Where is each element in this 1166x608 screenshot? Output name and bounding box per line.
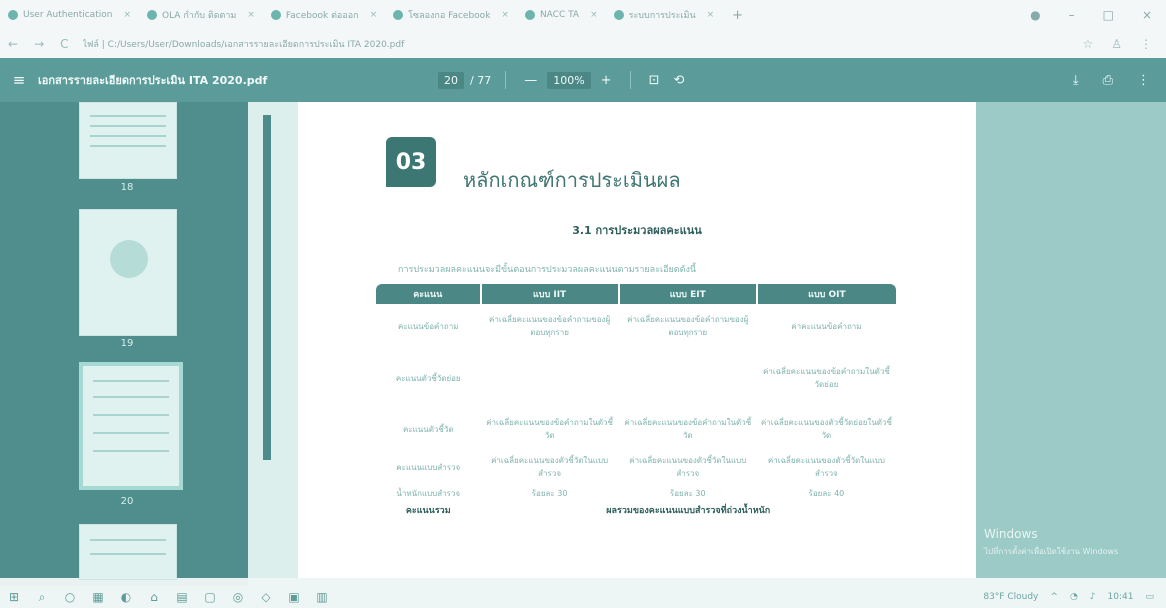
toolbar-divider xyxy=(505,71,507,89)
close-tab-icon[interactable]: × xyxy=(590,10,598,20)
system-tray: 83°F Cloudy ^ ◔ ♪ 10:41 ▭ xyxy=(983,592,1166,602)
pdf-filename: เอกสารรายละเอียดการประเมิน ITA 2020.pdf xyxy=(38,74,268,87)
zoom-out-button[interactable]: — xyxy=(520,73,541,88)
notification-icon[interactable]: ▭ xyxy=(1145,592,1154,602)
page-total: / 77 xyxy=(470,73,492,87)
viewer-gutter xyxy=(248,102,298,578)
section-title: หลักเกณฑ์การประเมินผล xyxy=(463,168,681,192)
table-row: คะแนนแบบสำรวจ ค่าเฉลี่ยคะแนนของตัวชี้วัดใ… xyxy=(396,456,885,478)
favicon-icon xyxy=(270,10,281,20)
profile-avatar-icon[interactable]: ♙ xyxy=(1111,37,1122,51)
page-navigator: 20 / 77 — 100% + ⊡ ⟲ xyxy=(438,71,688,89)
close-tab-icon[interactable]: × xyxy=(370,10,378,20)
browser-tab-active[interactable]: ระบบการประเมิน × xyxy=(606,4,723,26)
address-bar: ← → C ไฟล์ | C:/Users/User/Downloads/เอก… xyxy=(0,30,1166,58)
minimize-icon[interactable]: – xyxy=(1069,8,1075,22)
search-icon[interactable]: ⌕ xyxy=(28,590,56,605)
bookmark-star-icon[interactable]: ☆ xyxy=(1082,37,1093,51)
reload-icon[interactable]: C xyxy=(52,37,76,51)
browser-tab[interactable]: โซลองกอ Facebook × xyxy=(385,4,517,26)
close-tab-icon[interactable]: × xyxy=(707,10,715,20)
thumbnail-page-label: 19 xyxy=(120,338,134,349)
clock-text[interactable]: 10:41 xyxy=(1108,592,1134,602)
close-tab-icon[interactable]: × xyxy=(123,10,131,20)
windows-taskbar: ⊞ ⌕ ○ ▦ ◐ ⌂ ▤ ▢ ◎ ◇ ▣ ▥ 83°F Cloudy ^ ◔ … xyxy=(0,586,1166,608)
viewer-background xyxy=(976,102,1166,578)
thumbnail-page-label: 20 xyxy=(120,496,134,507)
browser-tab[interactable]: Facebook ต่อออก × xyxy=(263,4,385,26)
table-row-total: คะแนนรวม ผลรวมของคะแนนแบบสำรวจที่ถ่วงน้ำ… xyxy=(405,505,771,516)
activation-watermark-text: ไปที่การตั้งค่าเพื่อเปิดใช้งาน Windows xyxy=(984,547,1119,556)
browser-tab[interactable]: NACC TA × xyxy=(517,4,606,26)
maximize-icon[interactable]: □ xyxy=(1103,8,1114,22)
forward-icon[interactable]: → xyxy=(26,37,52,51)
download-icon[interactable]: ⤓ xyxy=(1073,73,1079,88)
subsection-title: 3.1 การประมวลผลคะแนน xyxy=(572,224,702,237)
start-icon[interactable]: ⊞ xyxy=(0,590,28,604)
favicon-icon xyxy=(393,10,404,20)
activation-watermark-title: Windows xyxy=(984,527,1038,541)
sidebar-scrollbar[interactable] xyxy=(263,115,271,460)
network-icon[interactable]: ◔ xyxy=(1070,592,1078,602)
intro-text: การประมวลผลคะแนนจะมีขั้นตอนการประมวลผลคะ… xyxy=(398,265,697,275)
browser-tab[interactable]: OLA กำกับ ติดตาม × xyxy=(139,4,263,26)
app-icon[interactable]: ▢ xyxy=(196,590,224,604)
favicon-icon xyxy=(613,10,624,20)
hamburger-menu-icon[interactable]: ≡ xyxy=(0,71,38,89)
table-row: คะแนนข้อคำถาม ค่าเฉลี่ยคะแนนของข้อคำถามขอ… xyxy=(398,315,862,337)
print-icon[interactable]: ⎙ xyxy=(1103,73,1113,88)
rotate-icon[interactable]: ⟲ xyxy=(669,73,688,88)
close-tab-icon[interactable]: × xyxy=(501,10,509,20)
page-thumbnail[interactable] xyxy=(79,524,177,580)
zoom-level-input[interactable]: 100% xyxy=(547,71,591,89)
tray-arrow-icon[interactable]: ^ xyxy=(1050,592,1058,602)
page-thumbnail[interactable] xyxy=(79,102,177,179)
browser-tab[interactable]: User Authentication × xyxy=(0,4,139,26)
page-number-input[interactable]: 20 xyxy=(438,71,464,89)
widgets-icon[interactable]: ▦ xyxy=(84,590,112,604)
store-icon[interactable]: ⌂ xyxy=(140,590,168,604)
table-header: คะแนน xyxy=(376,284,482,304)
chrome-icon[interactable]: ◎ xyxy=(224,590,252,604)
fit-page-icon[interactable]: ⊡ xyxy=(645,73,664,88)
section-number-badge: 03 xyxy=(386,137,436,187)
toolbar-divider xyxy=(629,71,631,89)
table-row: คะแนนตัวชี้วัด ค่าเฉลี่ยคะแนนของข้อคำถามใ… xyxy=(402,418,892,440)
browser-tab-strip: User Authentication × OLA กำกับ ติดตาม × F… xyxy=(0,0,1166,30)
score-table: คะแนน แบบ IIT แบบ EIT แบบ OIT คะแนนข้อคำ… xyxy=(376,284,896,520)
close-window-icon[interactable]: × xyxy=(1142,8,1152,22)
favicon-icon xyxy=(524,10,535,20)
pdf-toolbar: ≡ เอกสารรายละเอียดการประเมิน ITA 2020.pd… xyxy=(0,58,1166,102)
app-icon[interactable]: ▣ xyxy=(280,590,308,604)
favicon-icon xyxy=(8,10,18,20)
window-controls: ● – □ × xyxy=(1030,8,1166,22)
close-tab-icon[interactable]: × xyxy=(247,10,255,20)
thumbnail-sidebar[interactable]: 18 19 20 xyxy=(0,102,248,580)
edge-icon[interactable]: ◐ xyxy=(112,590,140,604)
volume-icon[interactable]: ♪ xyxy=(1090,592,1096,602)
table-header: แบบ EIT xyxy=(618,284,758,304)
app-icon[interactable]: ◇ xyxy=(252,590,280,604)
task-view-icon[interactable]: ○ xyxy=(56,590,84,604)
file-explorer-icon[interactable]: ▤ xyxy=(168,590,196,604)
horizontal-scrollbar[interactable] xyxy=(248,578,1166,586)
thumbnail-page-label: 18 xyxy=(120,182,134,193)
page-thumbnail-selected[interactable] xyxy=(79,362,183,490)
zoom-in-button[interactable]: + xyxy=(597,73,616,88)
new-tab-icon[interactable]: + xyxy=(722,8,753,23)
favicon-icon xyxy=(147,10,157,20)
table-header: แบบ IIT xyxy=(480,284,620,304)
profile-icon[interactable]: ● xyxy=(1030,8,1040,22)
pdf-page: 03 หลักเกณฑ์การประเมินผล 3.1 การประมวลผล… xyxy=(298,102,976,578)
browser-menu-icon[interactable]: ⋮ xyxy=(1140,37,1152,51)
table-header: แบบ OIT xyxy=(756,284,896,304)
page-thumbnail[interactable] xyxy=(79,209,177,336)
app-icon[interactable]: ▥ xyxy=(308,590,336,604)
table-row: คะแนนตัวชี้วัดย่อย ค่าเฉลี่ยคะแนนของข้อคำ… xyxy=(395,367,890,389)
more-options-icon[interactable]: ⋮ xyxy=(1137,73,1150,88)
url-field[interactable]: ไฟล์ | C:/Users/User/Downloads/เอกสารราย… xyxy=(83,37,1083,51)
back-icon[interactable]: ← xyxy=(0,37,26,51)
weather-text[interactable]: 83°F Cloudy xyxy=(983,592,1038,602)
table-row: น้ำหนักแบบสำรวจ ร้อยละ 30 ร้อยละ 30 ร้อยละ … xyxy=(396,488,845,498)
